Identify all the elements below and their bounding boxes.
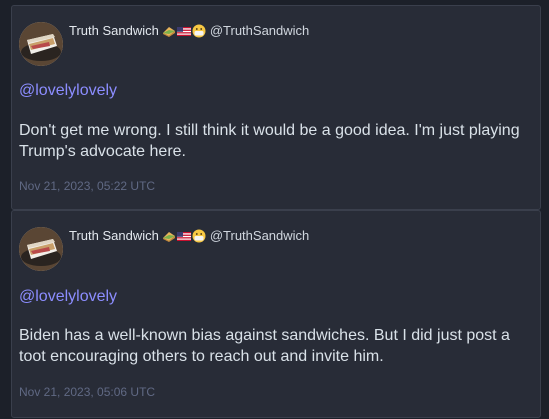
- post-content: Biden has a well-known bias against sand…: [19, 327, 510, 365]
- post-header: Truth Sandwich @TruthSandwich: [69, 228, 309, 243]
- status-post[interactable]: Truth Sandwich @TruthSandwich @lovelylov…: [11, 5, 541, 210]
- face-mask-icon: [192, 229, 206, 242]
- post-header: Truth Sandwich @TruthSandwich: [69, 23, 309, 38]
- status-post[interactable]: Truth Sandwich @TruthSandwich @lovelylov…: [11, 210, 541, 418]
- avatar[interactable]: [19, 227, 63, 271]
- face-mask-icon: [192, 24, 206, 37]
- avatar[interactable]: [19, 22, 63, 66]
- status-feed: Truth Sandwich @TruthSandwich @lovelylov…: [0, 0, 549, 419]
- display-name[interactable]: Truth Sandwich: [69, 228, 159, 243]
- emoji-group: [162, 24, 206, 38]
- account-handle[interactable]: @TruthSandwich: [210, 228, 309, 243]
- mention-link[interactable]: @lovelylovely: [19, 82, 117, 100]
- sandwich-icon: [162, 231, 175, 242]
- mention-link[interactable]: @lovelylovely: [19, 288, 117, 306]
- emoji-group: [162, 229, 206, 243]
- display-name[interactable]: Truth Sandwich: [69, 23, 159, 38]
- sandwich-avatar-icon: [19, 227, 63, 271]
- sandwich-icon: [162, 26, 175, 37]
- us-flag-icon: [176, 26, 191, 36]
- account-handle[interactable]: @TruthSandwich: [210, 23, 309, 38]
- post-timestamp[interactable]: Nov 21, 2023, 05:06 UTC: [19, 385, 155, 399]
- sandwich-avatar-icon: [19, 22, 63, 66]
- us-flag-icon: [176, 231, 191, 241]
- post-timestamp[interactable]: Nov 21, 2023, 05:22 UTC: [19, 179, 155, 193]
- post-content: Don't get me wrong. I still think it wou…: [19, 122, 520, 160]
